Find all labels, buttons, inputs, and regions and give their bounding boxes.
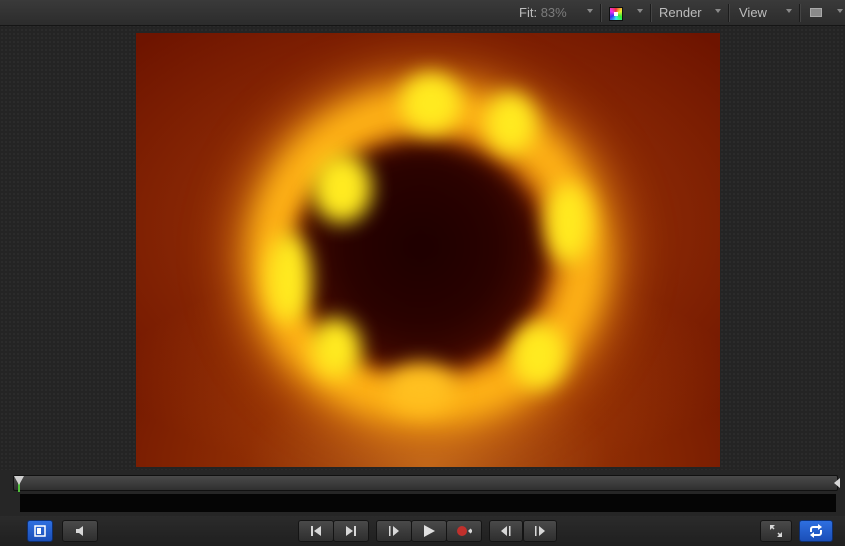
next-frame-button[interactable] xyxy=(523,520,557,542)
loop-playback-icon xyxy=(810,524,822,538)
layout-chevron-down-icon[interactable] xyxy=(837,9,843,13)
ring-highlight xyxy=(486,93,536,153)
color-chevron-down-icon[interactable] xyxy=(637,9,643,13)
view-menu[interactable]: View xyxy=(739,5,767,20)
play-from-start-icon xyxy=(389,526,399,536)
layout-icon[interactable] xyxy=(810,8,822,17)
mute-button[interactable] xyxy=(62,520,98,542)
render-chevron-down-icon[interactable] xyxy=(715,9,721,13)
fullscreen-icon xyxy=(770,525,782,537)
go-to-start-icon xyxy=(311,526,321,536)
go-to-end-button[interactable] xyxy=(333,520,369,542)
ring-highlight xyxy=(311,318,361,378)
divider xyxy=(650,4,651,22)
divider xyxy=(799,4,800,22)
record-icon xyxy=(457,526,472,536)
timeline-ruler[interactable] xyxy=(13,475,838,491)
fit-chevron-down-icon[interactable] xyxy=(587,9,593,13)
go-to-end-icon xyxy=(346,526,356,536)
color-channels-icon[interactable] xyxy=(609,7,623,21)
timeline-track[interactable] xyxy=(20,494,836,512)
divider xyxy=(728,4,729,22)
show-timeline-button[interactable] xyxy=(27,520,53,542)
ring-highlight xyxy=(386,363,456,413)
loop-playback-button[interactable] xyxy=(799,520,833,542)
canvas-render-image[interactable] xyxy=(136,33,720,467)
render-menu[interactable]: Render xyxy=(659,5,702,20)
play-button[interactable] xyxy=(411,520,447,542)
play-icon xyxy=(424,525,435,537)
ring-highlight xyxy=(401,73,461,133)
canvas-header-bar: Fit: 83% Render View xyxy=(0,0,845,26)
record-button[interactable] xyxy=(446,520,482,542)
ring-highlight xyxy=(511,323,566,388)
previous-frame-icon xyxy=(501,526,511,536)
play-from-start-button[interactable] xyxy=(376,520,412,542)
mute-audio-icon xyxy=(76,526,83,536)
fit-value: 83% xyxy=(540,5,567,20)
fullscreen-button[interactable] xyxy=(760,520,792,542)
view-chevron-down-icon[interactable] xyxy=(786,9,792,13)
fit-label: Fit: xyxy=(519,5,538,20)
go-to-start-button[interactable] xyxy=(298,520,334,542)
divider xyxy=(600,4,601,22)
fit-zoom-menu[interactable]: Fit: 83% xyxy=(519,5,567,20)
next-frame-icon xyxy=(535,526,545,536)
ring-highlight xyxy=(546,183,591,263)
ring-highlight xyxy=(312,153,372,223)
playhead-icon[interactable] xyxy=(14,476,24,485)
ring-highlight xyxy=(266,233,311,323)
show-hide-timeline-icon xyxy=(34,525,46,537)
previous-frame-button[interactable] xyxy=(489,520,523,542)
